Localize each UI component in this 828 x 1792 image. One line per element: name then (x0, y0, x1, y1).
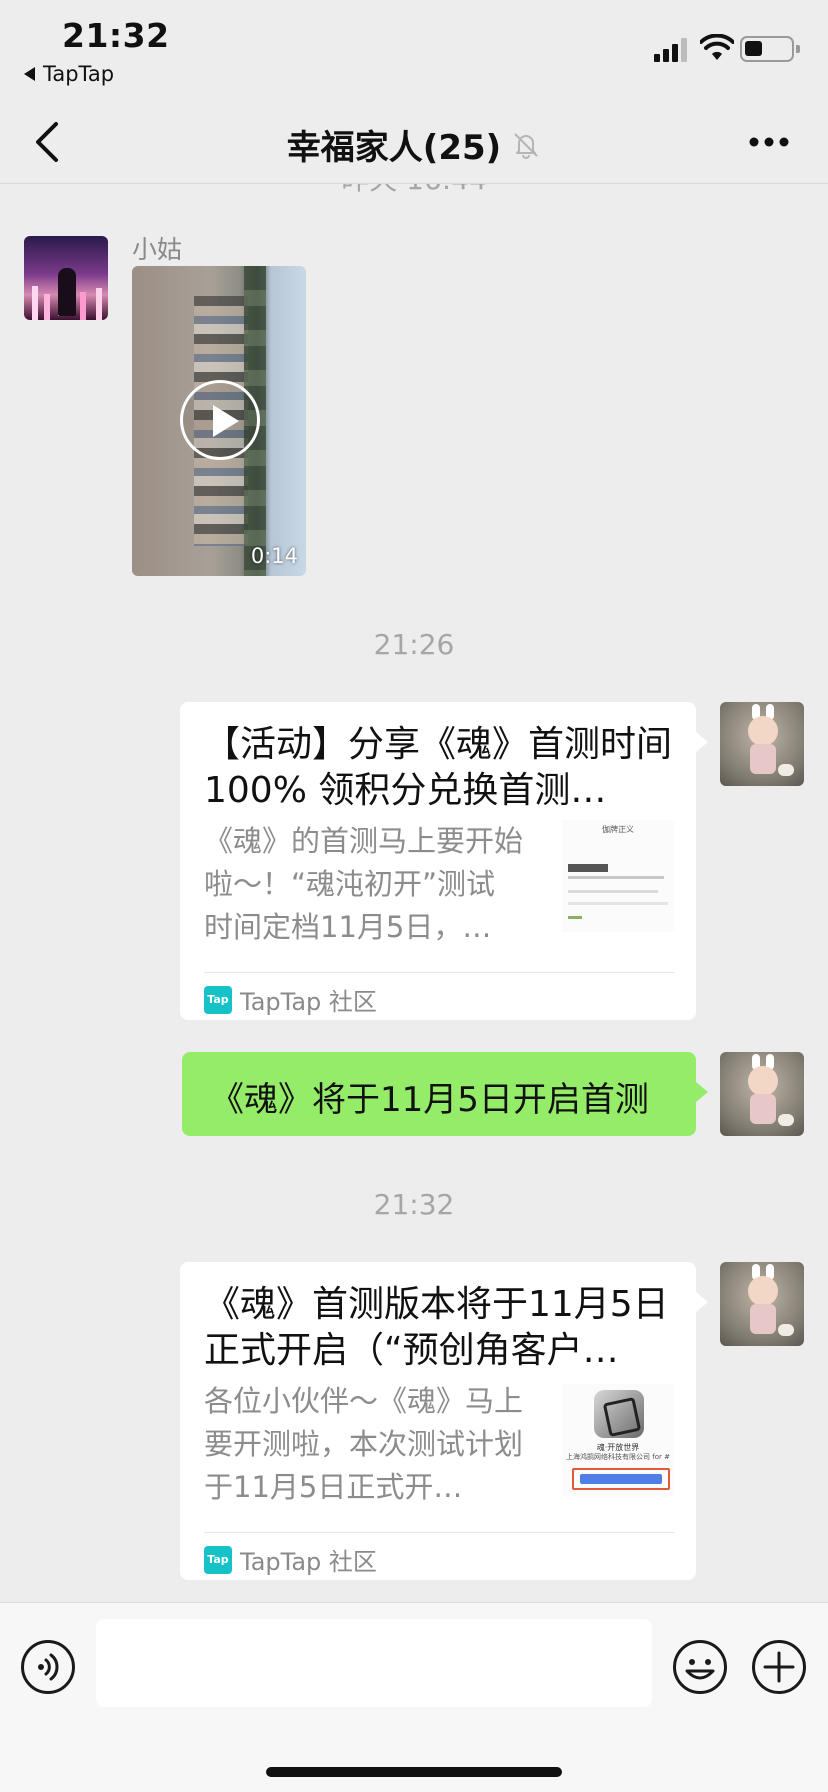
timestamp: 昨天 16:44 (0, 184, 828, 198)
back-to-app-link[interactable]: TapTap (24, 62, 114, 86)
wifi-icon (700, 34, 734, 60)
emoji-icon[interactable] (672, 1639, 728, 1695)
card-title: 【活动】分享《魂》首测时间 100% 领积分兑换首测… (204, 724, 673, 811)
bell-off-icon (514, 132, 538, 159)
thumbnail-header: 伽牌正义 (602, 825, 634, 834)
back-triangle-icon (24, 67, 35, 81)
play-icon[interactable] (180, 380, 260, 460)
app-icon (594, 1390, 644, 1438)
video-message[interactable]: 0:14 (132, 266, 306, 576)
home-indicator (266, 1767, 562, 1777)
card-description: 各位小伙伴～《魂》马上要开测啦，本次测试计划于11月5日正式开… (204, 1384, 524, 1504)
chat-nav-bar: 幸福家人(25) (0, 100, 828, 184)
timestamp: 21:32 (373, 1188, 455, 1221)
card-source: Tap TapTap 社区 (204, 1542, 377, 1577)
cellular-signal-icon (654, 38, 687, 62)
status-bar: 21:32 TapTap (0, 0, 828, 100)
chat-message-list[interactable]: 昨天 16:44 小姑 0:14 21:26 【活动】分享《魂》首测时间 100… (0, 184, 828, 1602)
card-thumbnail: 魂·开放世界 上海鸿鹄网络科技有限公司 for # (562, 1384, 674, 1496)
chat-title: 幸福家人(25) (0, 120, 828, 169)
taptap-logo-icon: Tap (204, 985, 232, 1014)
card-divider (204, 972, 674, 973)
card-divider (204, 1532, 674, 1533)
more-dots-icon[interactable] (748, 136, 790, 148)
avatar[interactable] (720, 702, 804, 786)
link-card[interactable]: 【活动】分享《魂》首测时间 100% 领积分兑换首测… 《魂》的首测马上要开始啦… (180, 702, 708, 1020)
message-input[interactable] (96, 1619, 652, 1707)
thumbnail-button (572, 1468, 670, 1490)
card-source: Tap TapTap 社区 (204, 982, 377, 1017)
card-thumbnail: 伽牌正义 (562, 820, 674, 932)
group-name: 幸福家人(25) (286, 128, 502, 168)
battery-icon (740, 36, 800, 62)
message-text: 《魂》将于11月5日开启首测 (210, 1080, 649, 1120)
taptap-logo-icon: Tap (204, 1545, 232, 1574)
voice-icon[interactable] (20, 1639, 76, 1695)
back-app-label: TapTap (43, 62, 115, 86)
plus-circle-icon[interactable] (751, 1639, 807, 1695)
avatar[interactable] (720, 1052, 804, 1136)
status-time: 21:32 (62, 16, 170, 55)
card-title: 《魂》首测版本将于11月5日正式开启（“预创角客户… (204, 1284, 669, 1371)
card-source-label: TapTap 社区 (240, 1548, 377, 1576)
text-message-bubble[interactable]: 《魂》将于11月5日开启首测 (182, 1052, 708, 1136)
sender-name: 小姑 (132, 235, 183, 264)
video-duration: 0:14 (250, 544, 298, 568)
chat-input-bar (0, 1602, 828, 1792)
avatar[interactable] (24, 236, 108, 320)
card-source-label: TapTap 社区 (240, 988, 377, 1016)
timestamp: 21:26 (373, 628, 455, 661)
link-card[interactable]: 《魂》首测版本将于11月5日正式开启（“预创角客户… 各位小伙伴～《魂》马上要开… (180, 1262, 708, 1580)
thumbnail-subtitle: 上海鸿鹄网络科技有限公司 for # (566, 1453, 670, 1461)
avatar[interactable] (720, 1262, 804, 1346)
card-description: 《魂》的首测马上要开始啦～！“魂沌初开”测试时间定档11月5日，… (204, 824, 524, 944)
